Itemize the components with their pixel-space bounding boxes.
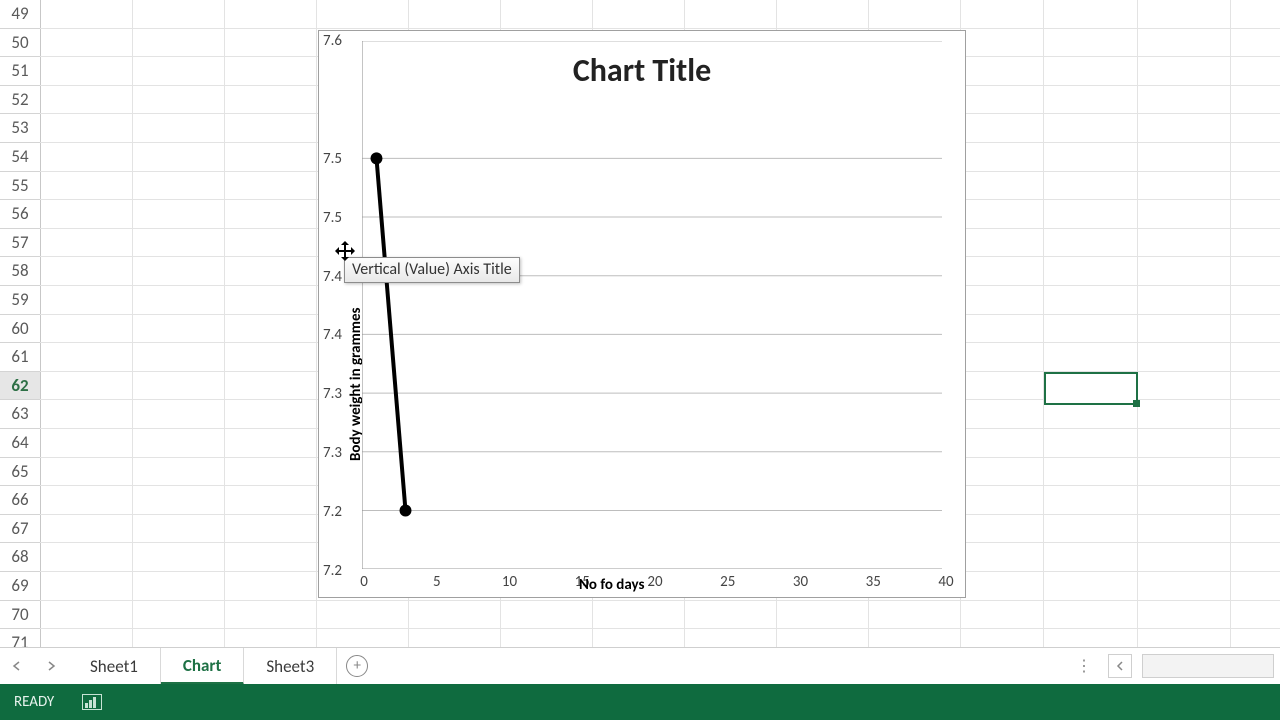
x-tick-label: 40 (938, 573, 953, 591)
x-tick-label: 0 (360, 573, 368, 591)
row-header[interactable]: 68 (0, 543, 40, 572)
x-tick-label: 20 (647, 573, 662, 591)
tab-scroll-prev-button[interactable] (0, 648, 34, 684)
hscroll-left-button[interactable] (1108, 654, 1132, 678)
sheet-tab[interactable]: Chart (161, 648, 244, 685)
sheet-tab[interactable]: Sheet3 (244, 648, 337, 684)
row-header[interactable]: 70 (0, 601, 40, 630)
sheet-tabs: Sheet1ChartSheet3 (68, 648, 337, 684)
row-header[interactable]: 55 (0, 172, 40, 201)
y-tick-label: 7.3 (323, 444, 342, 462)
y-tick-label: 7.2 (323, 562, 342, 580)
sheet-area[interactable]: 4950515253545556575859606162636465666768… (0, 0, 1280, 648)
row-header[interactable]: 59 (0, 286, 40, 315)
row-header[interactable]: 57 (0, 229, 40, 258)
add-sheet-button[interactable]: + (337, 648, 377, 684)
row-header[interactable]: 66 (0, 486, 40, 515)
row-header[interactable]: 63 (0, 400, 40, 429)
y-tick-label: 7.4 (323, 268, 342, 286)
y-tick-label: 7.5 (323, 209, 342, 227)
row-header[interactable]: 51 (0, 57, 40, 86)
y-tick-label: 7.4 (323, 326, 342, 344)
workbook: 4950515253545556575859606162636465666768… (0, 0, 1280, 720)
y-tick-label: 7.5 (323, 150, 342, 168)
row-header[interactable]: 64 (0, 429, 40, 458)
active-cell[interactable] (1044, 372, 1138, 405)
x-axis-title[interactable]: No fo days (579, 576, 645, 594)
row-header[interactable]: 62 (0, 372, 40, 401)
y-tick-label: 7.2 (323, 503, 342, 521)
y-tick-label: 7.6 (323, 32, 342, 50)
x-tick-label: 5 (433, 573, 441, 591)
row-header[interactable]: 53 (0, 114, 40, 143)
tab-scroll-next-button[interactable] (34, 648, 68, 684)
fill-handle[interactable] (1133, 400, 1140, 407)
row-header[interactable]: 61 (0, 343, 40, 372)
row-header[interactable]: 69 (0, 572, 40, 601)
row-header[interactable]: 50 (0, 29, 40, 58)
sheet-tab[interactable]: Sheet1 (68, 648, 161, 684)
row-header[interactable]: 58 (0, 257, 40, 286)
row-headers[interactable]: 4950515253545556575859606162636465666768… (0, 0, 41, 648)
row-header[interactable]: 56 (0, 200, 40, 229)
hscroll-track[interactable] (1142, 654, 1274, 678)
macro-record-icon[interactable] (82, 694, 102, 710)
row-header[interactable]: 65 (0, 458, 40, 487)
x-tick-label: 35 (866, 573, 881, 591)
status-bar: READY (0, 684, 1280, 720)
y-tick-label: 7.3 (323, 385, 342, 403)
row-header[interactable]: 67 (0, 515, 40, 544)
row-header[interactable]: 60 (0, 315, 40, 344)
chart-object[interactable]: Chart Title Body weight in grammes 7.67.… (318, 30, 966, 598)
x-tick-label: 25 (720, 573, 735, 591)
plot-area[interactable] (362, 41, 942, 569)
row-header[interactable]: 54 (0, 143, 40, 172)
axis-title-tooltip: Vertical (Value) Axis Title (344, 257, 520, 283)
sheet-tab-strip: Sheet1ChartSheet3 + ⋮ (0, 647, 1280, 684)
row-header[interactable]: 49 (0, 0, 40, 29)
row-header[interactable]: 52 (0, 86, 40, 115)
x-tick-label: 30 (793, 573, 808, 591)
tab-strip-options-icon[interactable]: ⋮ (1068, 656, 1098, 676)
x-tick-label: 10 (502, 573, 517, 591)
status-text: READY (14, 693, 54, 711)
